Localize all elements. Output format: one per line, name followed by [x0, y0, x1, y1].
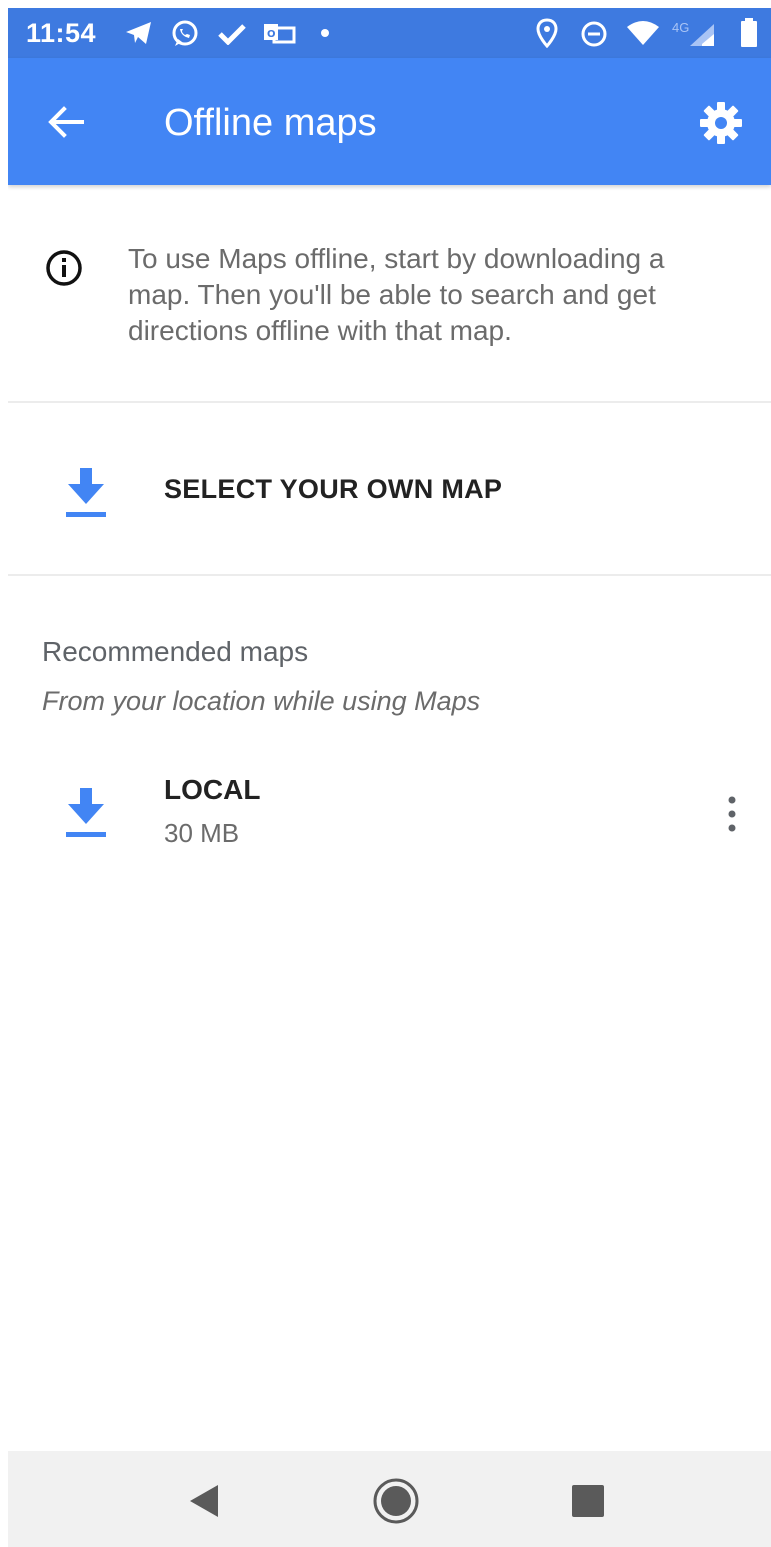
map-size: 30 MB: [164, 818, 240, 848]
info-icon: [46, 250, 82, 286]
recommended-maps-heading: Recommended maps: [42, 636, 309, 667]
outlook-icon: O: [264, 24, 296, 44]
select-own-map-label: SELECT YOUR OWN MAP: [164, 474, 503, 504]
wifi-icon: [627, 21, 659, 45]
status-bar: 11:54 O 4G: [8, 8, 771, 58]
map-name: LOCAL: [164, 774, 261, 805]
svg-text:O: O: [267, 29, 276, 40]
check-icon: [218, 24, 246, 45]
download-icon: [66, 468, 106, 517]
nav-home-icon[interactable]: [372, 1477, 420, 1525]
arrow-back-icon[interactable]: [46, 102, 86, 142]
info-message: To use Maps offline, start by downloadin…: [128, 243, 665, 346]
battery-icon: [741, 18, 757, 47]
network-type-label: 4G: [672, 20, 690, 35]
telegram-icon: [126, 22, 151, 44]
whatsapp-icon: [172, 20, 198, 46]
app-screen: 11:54 O 4G Offline maps To use Maps offl…: [8, 8, 771, 1547]
status-time: 11:54: [26, 18, 97, 48]
do-not-disturb-icon: [581, 21, 607, 47]
app-bar: Offline maps: [8, 58, 771, 185]
page-title: Offline maps: [164, 102, 377, 144]
divider: [8, 574, 771, 576]
system-nav-bar: [8, 1451, 771, 1547]
nav-recents-icon[interactable]: [564, 1477, 612, 1525]
list-item-local-map[interactable]: LOCAL 30 MB: [8, 756, 771, 866]
signal-icon: [690, 24, 714, 46]
more-vert-icon[interactable]: [714, 792, 750, 836]
gear-icon[interactable]: [698, 100, 744, 146]
recommended-maps-subtitle: From your location while using Maps: [42, 686, 481, 716]
nav-back-icon[interactable]: [180, 1477, 228, 1525]
select-own-map-button[interactable]: SELECT YOUR OWN MAP: [8, 404, 771, 574]
location-icon: [536, 18, 558, 48]
download-icon[interactable]: [64, 786, 108, 840]
divider: [8, 401, 771, 403]
dot-icon: [321, 29, 329, 37]
